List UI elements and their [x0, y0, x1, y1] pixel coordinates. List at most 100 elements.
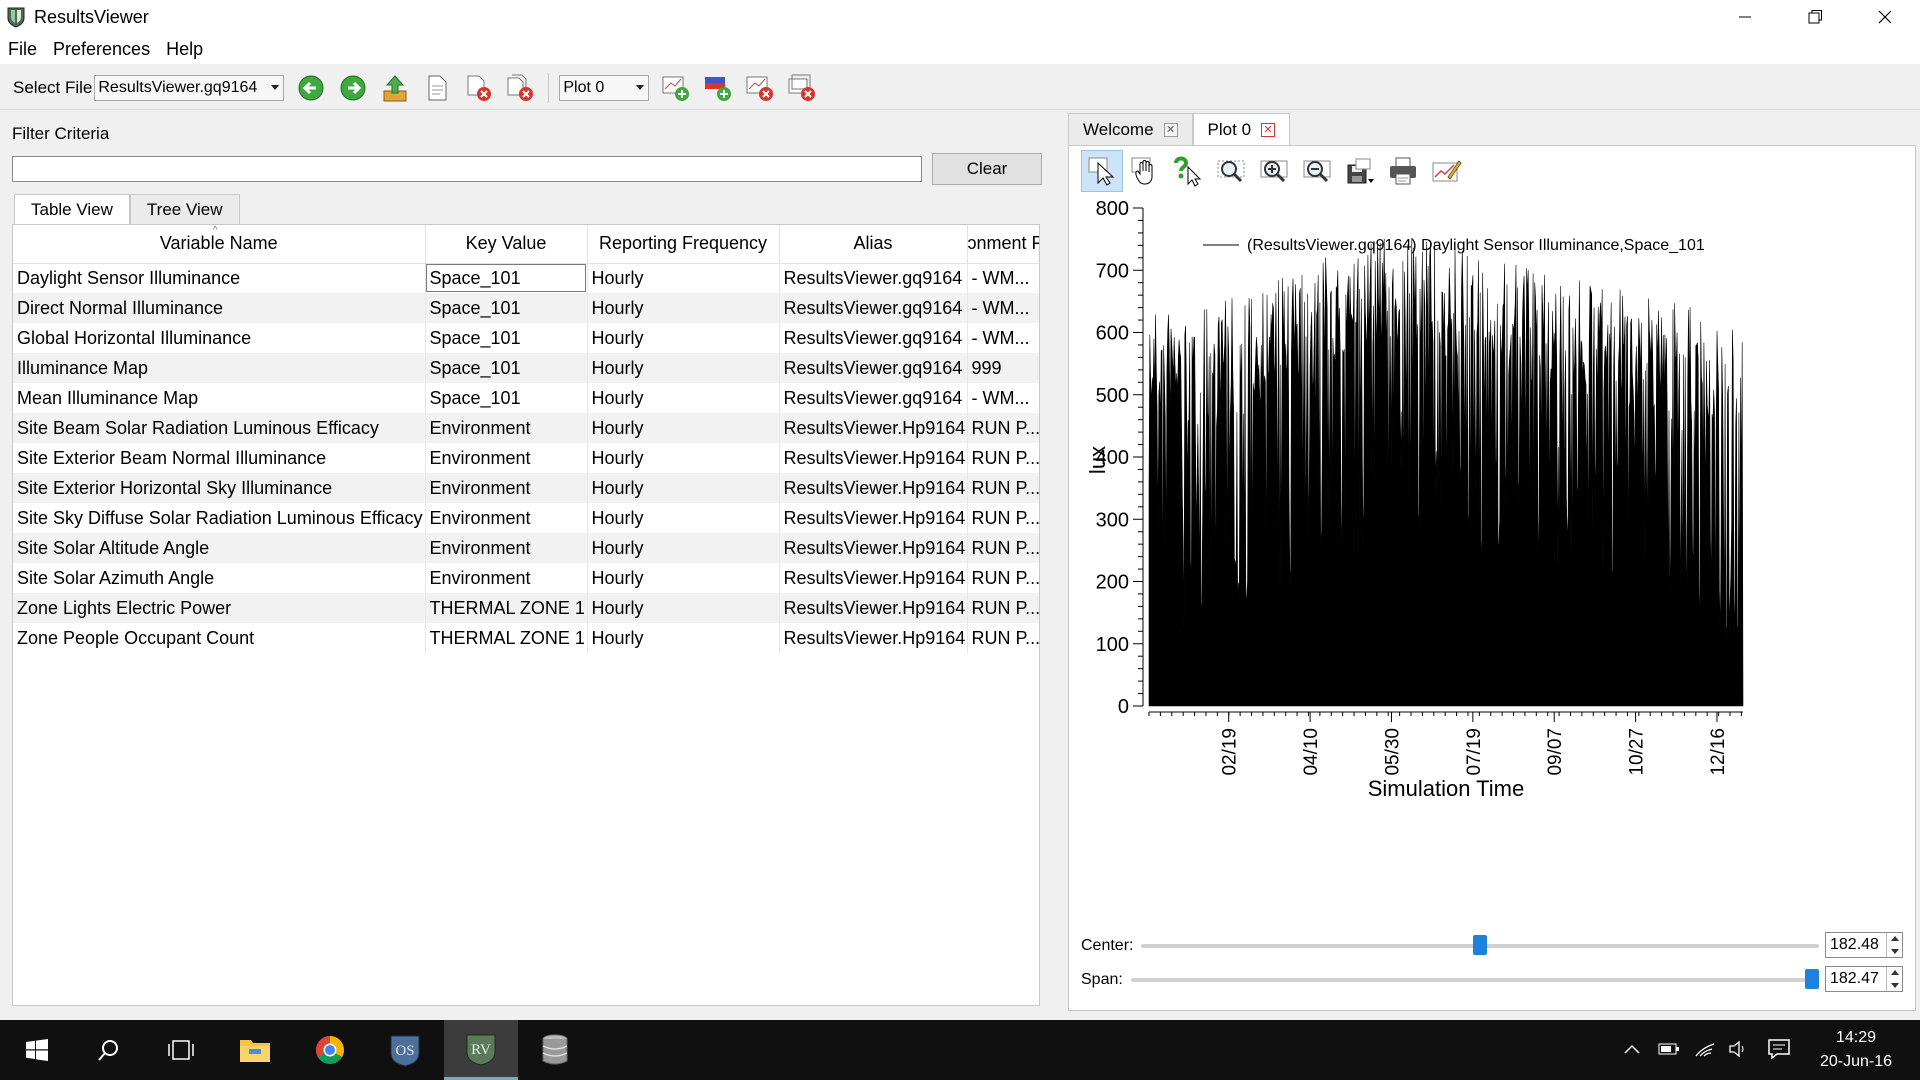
task-view-button[interactable]	[144, 1020, 218, 1080]
file-select-value: ResultsViewer.gq9164	[98, 78, 258, 96]
plot-add-icon	[662, 76, 690, 101]
whats-this-button[interactable]	[1167, 150, 1209, 192]
plots-remove-icon	[788, 74, 816, 101]
span-spinbox[interactable]: 182.47	[1825, 966, 1903, 992]
pan-tool-button[interactable]	[1124, 150, 1166, 192]
environment-period-cell: - WM...	[967, 323, 1039, 353]
new-plot-button[interactable]	[661, 73, 691, 103]
close-file-button[interactable]	[464, 73, 494, 103]
open-file-button[interactable]	[380, 73, 410, 103]
document-icon	[428, 75, 447, 100]
table-row[interactable]: Site Solar Altitude Angle Environment Hour…	[13, 533, 1039, 563]
tab-table-view[interactable]: Table View	[14, 194, 130, 225]
print-button[interactable]	[1382, 150, 1424, 192]
key-value-cell: Space_101	[425, 323, 588, 353]
table-row[interactable]: Zone Lights Electric Power THERMAL ZONE 1…	[13, 593, 1039, 623]
key-value-cell: Environment	[425, 563, 588, 593]
variable-name-cell: Site Solar Altitude Angle	[13, 533, 426, 563]
tab-tree-view[interactable]: Tree View	[129, 194, 240, 224]
plot-select-combo[interactable]: Plot 0	[559, 74, 650, 101]
spin-arrows-icon[interactable]	[1886, 967, 1902, 991]
minimize-button[interactable]	[1710, 0, 1780, 34]
remove-plot-button[interactable]	[745, 73, 775, 103]
filter-criteria-label: Filter Criteria	[12, 124, 110, 143]
span-slider-track[interactable]	[1131, 978, 1819, 982]
battery-button[interactable]	[1656, 1034, 1682, 1064]
table-row[interactable]: Daylight Sensor Illuminance Space_101 Hour…	[13, 263, 1039, 293]
volume-button[interactable]	[1726, 1034, 1752, 1064]
close-tab-icon[interactable]: ✕	[1163, 122, 1178, 137]
x-tick-label: 04/10	[1301, 728, 1322, 776]
table-row[interactable]: Direct Normal Illuminance Space_101 Hourly…	[13, 293, 1039, 323]
forward-button[interactable]	[338, 73, 368, 103]
tab-plot-0[interactable]: Plot 0 ✕	[1192, 113, 1291, 145]
menu-preferences[interactable]: Preferences	[53, 39, 150, 60]
table-row[interactable]: Mean Illuminance Map Space_101 Hourly Resul…	[13, 383, 1039, 413]
column-header-reporting-frequency[interactable]: Reporting Frequency	[587, 225, 780, 264]
plot-pane: Welcome ✕ Plot 0 ✕ 0 100 200 300 400 500…	[1064, 110, 1920, 1016]
clear-button[interactable]: Clear	[932, 153, 1042, 185]
wifi-icon	[1695, 1043, 1715, 1057]
table-row[interactable]: Site Exterior Beam Normal Illuminance Env…	[13, 443, 1039, 473]
view-tabs: Table View Tree View	[14, 194, 240, 225]
table-row[interactable]: Site Solar Azimuth Angle Environment Hourl…	[13, 563, 1039, 593]
taskbar-openstudio[interactable]: OS	[368, 1020, 442, 1080]
tab-welcome[interactable]: Welcome ✕	[1068, 113, 1193, 145]
network-button[interactable]	[1692, 1034, 1718, 1064]
add-to-plot-button[interactable]	[703, 73, 733, 103]
save-image-button[interactable]	[1339, 150, 1381, 192]
column-header-key-value[interactable]: Key Value	[425, 225, 588, 264]
table-row[interactable]: Illuminance Map Space_101 Hourly ResultsVie…	[13, 353, 1039, 383]
table-row[interactable]: Global Horizontal Illuminance Space_101 Ho…	[13, 323, 1039, 353]
key-value-cell: Environment	[425, 503, 588, 533]
column-header-environment-period[interactable]: ɔnment F	[967, 225, 1039, 264]
span-slider-handle[interactable]	[1805, 969, 1819, 989]
close-all-files-button[interactable]	[506, 73, 536, 103]
zoom-box-button[interactable]	[1210, 150, 1252, 192]
column-header-variable-name[interactable]: ^ Variable Name	[13, 225, 426, 264]
remove-all-plots-button[interactable]	[787, 73, 817, 103]
variable-name-cell: Site Sky Diffuse Solar Radiation Luminou…	[13, 503, 426, 533]
filter-input[interactable]	[12, 156, 922, 182]
maximize-button[interactable]	[1780, 0, 1850, 34]
back-button[interactable]	[296, 73, 326, 103]
show-hidden-icons-button[interactable]	[1620, 1034, 1644, 1064]
close-button[interactable]	[1850, 0, 1920, 34]
reporting-frequency-cell: Hourly	[587, 443, 780, 473]
search-icon	[98, 1040, 118, 1061]
start-button[interactable]	[0, 1020, 74, 1080]
table-row[interactable]: Site Beam Solar Radiation Luminous Effic…	[13, 413, 1039, 443]
illuminance-chart[interactable]: 0100200300400500600700800 02/19 04/10 05/3…	[1069, 198, 1917, 958]
menu-file[interactable]: File	[8, 39, 37, 60]
reporting-frequency-cell: Hourly	[587, 293, 780, 323]
close-tab-icon[interactable]: ✕	[1261, 122, 1276, 137]
variable-name-cell: Site Exterior Beam Normal Illuminance	[13, 443, 426, 473]
select-tool-button[interactable]	[1081, 150, 1123, 192]
action-center-button[interactable]	[1764, 1034, 1794, 1064]
x-tick-label: 09/07	[1545, 728, 1566, 776]
spin-arrows-icon[interactable]	[1886, 933, 1902, 957]
zoom-out-button[interactable]	[1296, 150, 1338, 192]
print-icon	[1390, 157, 1416, 185]
menu-help[interactable]: Help	[166, 39, 203, 60]
taskbar-results-viewer[interactable]: RV	[444, 1020, 518, 1080]
variable-name-cell: Site Solar Azimuth Angle	[13, 563, 426, 593]
x-tick-label: 12/16	[1708, 728, 1729, 776]
notification-icon	[1768, 1039, 1790, 1060]
document-button[interactable]	[422, 73, 452, 103]
zoom-in-button[interactable]	[1253, 150, 1295, 192]
search-button[interactable]	[72, 1020, 146, 1080]
table-row[interactable]: Site Sky Diffuse Solar Radiation Luminou…	[13, 503, 1039, 533]
y-tick-label: 800	[1096, 198, 1129, 220]
table-row[interactable]: Zone People Occupant Count THERMAL ZONE 1…	[13, 623, 1039, 653]
plot-properties-button[interactable]	[1425, 150, 1467, 192]
center-spinbox[interactable]: 182.48	[1825, 932, 1903, 958]
taskbar-database[interactable]	[518, 1020, 592, 1080]
system-clock[interactable]: 14:29 20-Jun-16	[1820, 1026, 1892, 1074]
taskbar-file-explorer[interactable]	[218, 1020, 292, 1080]
table-row[interactable]: Site Exterior Horizontal Sky Illuminance…	[13, 473, 1039, 503]
column-header-alias[interactable]: Alias	[779, 225, 968, 264]
taskbar-chrome[interactable]	[293, 1020, 367, 1080]
file-select-combo[interactable]: ResultsViewer.gq9164	[94, 74, 285, 101]
center-slider-handle[interactable]	[1473, 935, 1487, 955]
